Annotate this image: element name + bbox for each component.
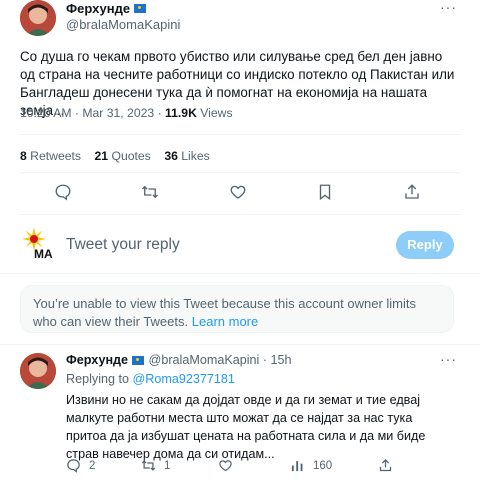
reply-header: Ферхунде @bralaMomaKapini · 15h <box>66 353 292 367</box>
reply-author-handle[interactable]: @bralaMomaKapini <box>149 353 260 367</box>
divider <box>0 273 480 274</box>
replying-to: Replying to @Roma92377181 <box>66 372 235 386</box>
replying-to-handle[interactable]: @Roma92377181 <box>133 372 235 386</box>
views-count: 11.9K <box>165 106 197 120</box>
reply-age[interactable]: 15h <box>271 353 292 367</box>
like-action[interactable] <box>218 458 241 473</box>
reply-count: 2 <box>89 459 96 472</box>
quotes-stat[interactable]: 21 Quotes <box>95 149 151 163</box>
author-handle[interactable]: @bralaMomaKapini <box>66 17 180 32</box>
author-avatar[interactable] <box>20 0 56 36</box>
verified-badge-icon <box>133 3 148 15</box>
views-action[interactable]: 160 <box>290 458 332 473</box>
retweet-action[interactable]: 1 <box>141 458 170 473</box>
retweet-icon[interactable] <box>141 183 159 206</box>
divider <box>0 344 480 345</box>
author-name[interactable]: Ферхунде <box>66 1 130 16</box>
like-icon <box>219 460 232 472</box>
tweet-stats: 8 Retweets 21 Quotes 36 Likes <box>20 149 210 163</box>
restricted-tweet-notice: You’re unable to view this Tweet because… <box>20 285 454 333</box>
learn-more-link[interactable]: Learn more <box>192 314 258 329</box>
composer-avatar[interactable]: MA <box>20 226 56 262</box>
likes-stat[interactable]: 36 Likes <box>164 149 209 163</box>
retweet-icon <box>141 460 156 471</box>
reply-input[interactable]: Tweet your reply <box>66 236 180 254</box>
tweet-time[interactable]: 10:20 AM <box>20 106 72 120</box>
verified-badge-icon <box>131 355 146 367</box>
analytics-icon <box>291 461 303 472</box>
reply-icon[interactable] <box>54 183 72 206</box>
divider <box>20 134 460 135</box>
reply-author-name[interactable]: Ферхунде <box>66 353 128 367</box>
reply-icon <box>67 459 80 473</box>
more-options-icon[interactable]: ··· <box>440 0 457 15</box>
tweet-meta: 10:20 AM · Mar 31, 2023 · 11.9K Views <box>20 106 233 120</box>
tweet-date[interactable]: Mar 31, 2023 <box>82 106 154 120</box>
reply-author-avatar[interactable] <box>20 353 56 389</box>
views-label: Views <box>200 106 233 120</box>
reply-button[interactable]: Reply <box>396 231 454 259</box>
share-icon[interactable] <box>403 183 421 206</box>
divider <box>20 172 460 173</box>
bookmark-icon[interactable] <box>316 183 334 206</box>
retweets-stat[interactable]: 8 Retweets <box>20 149 81 163</box>
divider <box>20 214 460 215</box>
more-options-icon[interactable]: ··· <box>440 351 457 367</box>
like-icon[interactable] <box>229 183 247 206</box>
views-count: 160 <box>313 459 333 472</box>
share-icon[interactable] <box>378 458 393 478</box>
svg-text:MA: MA <box>34 247 53 261</box>
retweet-count: 1 <box>164 459 171 472</box>
reply-action[interactable]: 2 <box>66 458 95 473</box>
reply-text: Извини но не сакам да дојдат овде и да г… <box>66 393 426 461</box>
